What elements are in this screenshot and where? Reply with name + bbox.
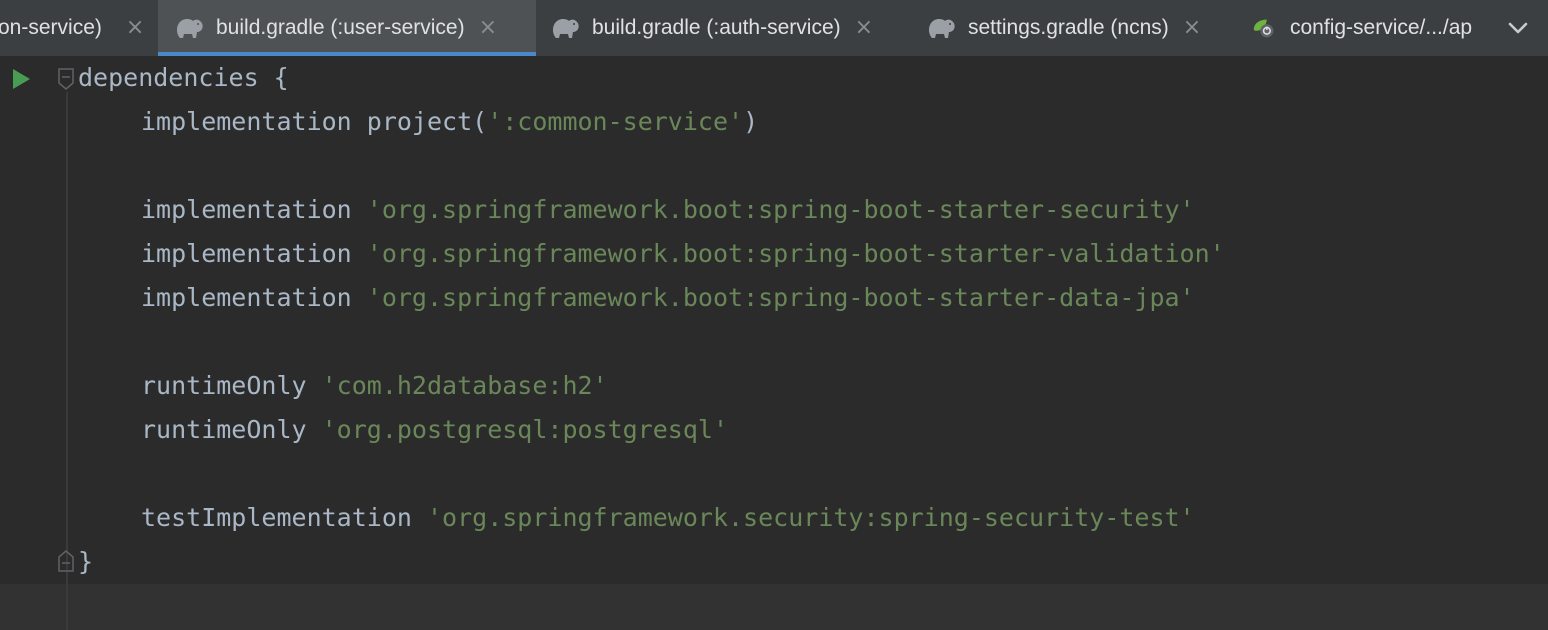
editor-tab-bar: on-service) × build.gradle (:user-servic… — [0, 0, 1548, 56]
code-keyword: runtimeOnly — [141, 415, 322, 444]
tab-label: on-service) — [0, 16, 102, 39]
code-line: testImplementation 'org.springframework.… — [141, 496, 1195, 540]
tab-label: settings.gradle (ncns) — [968, 16, 1169, 39]
code-string: 'org.springframework.boot:spring-boot-st… — [366, 239, 1225, 268]
code-line: implementation project(':common-service'… — [141, 100, 758, 144]
code-keyword: implementation — [141, 283, 367, 312]
code-string: 'org.springframework.security:spring-sec… — [426, 503, 1195, 532]
gradle-elephant-icon — [553, 19, 579, 38]
code-line: runtimeOnly 'com.h2database:h2' — [141, 364, 608, 408]
current-line-highlight — [0, 584, 1548, 630]
code-line: } — [78, 540, 93, 584]
chevron-down-icon — [1508, 22, 1528, 34]
fold-marker-icon[interactable] — [57, 550, 75, 572]
gradle-elephant-icon — [177, 19, 203, 38]
code-brace: } — [78, 547, 94, 576]
spring-boot-leaf-icon — [1253, 19, 1274, 38]
code-keyword: runtimeOnly — [141, 371, 322, 400]
tab-config-service-application[interactable]: config-service/.../ap — [1250, 0, 1488, 56]
code-keyword: dependencies — [78, 63, 259, 92]
code-line: implementation 'org.springframework.boot… — [141, 276, 1195, 320]
tab-user-service-build-gradle[interactable]: build.gradle (:user-service) × — [158, 0, 536, 56]
tab-overflow-button[interactable] — [1488, 0, 1548, 56]
tab-auth-service-build-gradle[interactable]: build.gradle (:auth-service) × — [550, 0, 873, 56]
tab-close-icon[interactable]: × — [479, 17, 497, 39]
tab-common-service-build-gradle[interactable]: on-service) × — [0, 0, 144, 56]
code-line: implementation 'org.springframework.boot… — [141, 232, 1225, 276]
code-string: 'org.postgresql:postgresql' — [321, 415, 729, 444]
fold-marker-icon[interactable] — [57, 68, 75, 90]
tab-label: build.gradle (:auth-service) — [592, 16, 841, 39]
code-keyword: implementation — [141, 239, 367, 268]
code-line: runtimeOnly 'org.postgresql:postgresql' — [141, 408, 728, 452]
tab-label: build.gradle (:user-service) — [216, 16, 465, 39]
code-keyword: implementation project( — [141, 107, 488, 136]
code-string: 'org.springframework.boot:spring-boot-st… — [366, 195, 1195, 224]
code-brace: { — [258, 63, 289, 92]
tab-label: config-service/.../ap — [1290, 16, 1473, 39]
run-triangle-icon[interactable] — [10, 67, 32, 91]
code-line: implementation 'org.springframework.boot… — [141, 188, 1195, 232]
gradle-elephant-icon — [929, 19, 955, 38]
code-keyword: implementation — [141, 195, 367, 224]
tab-close-icon[interactable]: × — [855, 17, 873, 39]
code-string: ':common-service' — [487, 107, 744, 136]
code-line: dependencies { — [78, 56, 289, 100]
tab-close-icon[interactable]: × — [1183, 17, 1201, 39]
tab-settings-gradle[interactable]: settings.gradle (ncns) × — [926, 0, 1201, 56]
code-keyword: testImplementation — [141, 503, 427, 532]
code-paren: ) — [743, 107, 759, 136]
code-string: 'com.h2database:h2' — [321, 371, 608, 400]
code-string: 'org.springframework.boot:spring-boot-st… — [366, 283, 1195, 312]
code-editor[interactable]: dependencies { implementation project(':… — [0, 56, 1548, 630]
tab-close-icon[interactable]: × — [126, 17, 144, 39]
